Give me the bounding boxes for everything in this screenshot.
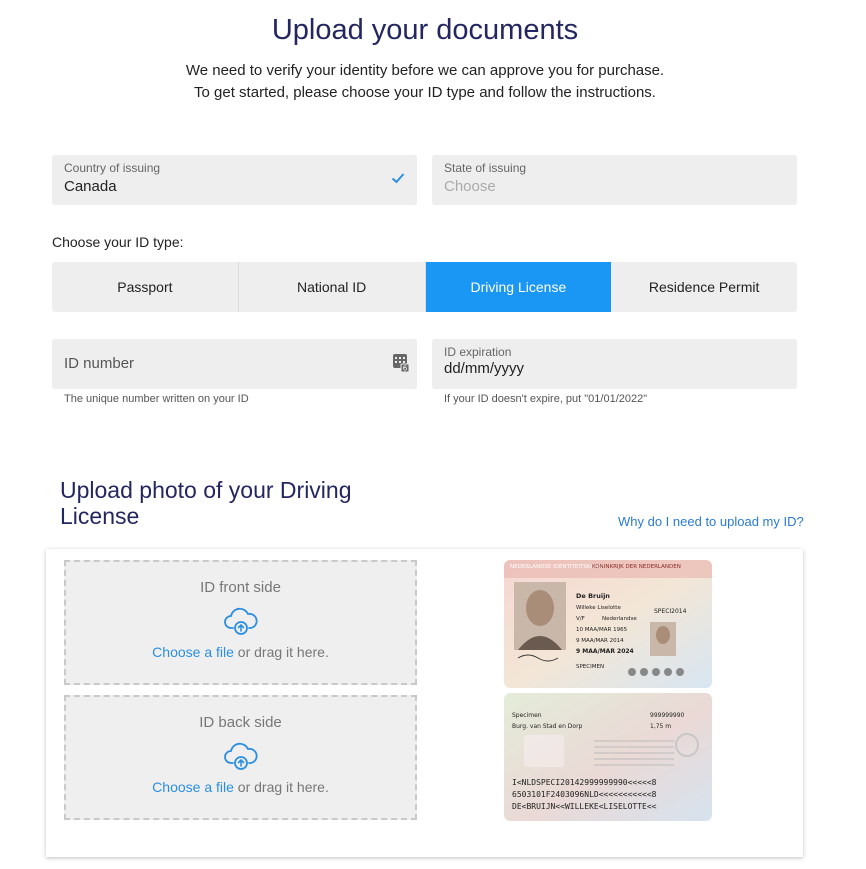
intro-text: We need to verify your identity before w… xyxy=(0,60,850,104)
tab-national-id[interactable]: National ID xyxy=(239,262,426,312)
why-upload-link[interactable]: Why do I need to upload my ID? xyxy=(618,514,804,529)
id-type-label: Choose your ID type: xyxy=(52,234,184,250)
front-surname: De Bruijn xyxy=(576,592,610,600)
front-dropzone[interactable]: ID front side Choose a file or drag it h… xyxy=(64,560,417,685)
cloud-upload-icon xyxy=(223,742,258,770)
tab-passport[interactable]: Passport xyxy=(52,262,239,312)
front-dropzone-text: Choose a file or drag it here. xyxy=(66,644,415,660)
sample-id-back-image: Specimen Burg. van Stad en Dorp 99999999… xyxy=(504,693,712,821)
checkmark-icon xyxy=(391,173,405,184)
mrz-line-3: DE<BRUIJN<<WILLEKE<LISELOTTE<< xyxy=(512,802,657,811)
front-drag-text: or drag it here. xyxy=(233,644,329,660)
state-select[interactable]: State of issuing Choose xyxy=(432,155,797,205)
front-specimen: SPECIMEN xyxy=(576,664,604,670)
keypad-icon: 6 xyxy=(393,354,410,373)
front-birth-date: 10 MAA/MAR 1965 xyxy=(576,627,628,633)
mrz-line-2: 6503101F2403096NLD<<<<<<<<<<<8 xyxy=(512,790,657,799)
front-sex: V/F xyxy=(576,616,585,622)
id-number-placeholder: ID number xyxy=(64,355,135,372)
country-select[interactable]: Country of issuing Canada xyxy=(52,155,417,205)
id-expiration-placeholder: dd/mm/yyyy xyxy=(444,360,525,377)
front-choose-file-link[interactable]: Choose a file xyxy=(152,644,234,660)
tab-residence-permit[interactable]: Residence Permit xyxy=(611,262,797,312)
id-expiration-field[interactable]: ID expiration dd/mm/yyyy xyxy=(432,339,797,389)
intro-line-1: We need to verify your identity before w… xyxy=(185,62,665,79)
back-dropzone-title: ID back side xyxy=(199,714,282,731)
id-expiration-hint: If your ID doesn't expire, put "01/01/20… xyxy=(444,393,648,405)
back-height: 1,75 m xyxy=(650,723,671,730)
country-label: Country of issuing xyxy=(64,161,161,175)
id-number-hint: The unique number written on your ID xyxy=(64,393,249,405)
front-dropzone-title: ID front side xyxy=(200,579,281,596)
id-expiration-label: ID expiration xyxy=(444,345,512,359)
back-dropzone[interactable]: ID back side Choose a file or drag it he… xyxy=(64,695,417,820)
id-type-tabs: Passport National ID Driving License Res… xyxy=(52,262,797,312)
state-label: State of issuing xyxy=(444,161,527,175)
front-expiry-date: 9 MAA/MAR 2024 xyxy=(576,648,634,655)
upload-card: ID front side Choose a file or drag it h… xyxy=(46,549,803,857)
back-choose-file-link[interactable]: Choose a file xyxy=(152,779,234,795)
back-drag-text: or drag it here. xyxy=(233,779,329,795)
front-header-right: KONINKRIJK DER NEDERLANDEN xyxy=(592,564,681,570)
back-surname: Specimen xyxy=(512,712,542,719)
sample-id-front-image: NEDERLANDSE IDENTITEITSKAART KONINKRIJK … xyxy=(504,560,712,688)
cloud-upload-icon xyxy=(223,607,258,635)
back-place: Burg. van Stad en Dorp xyxy=(512,723,583,730)
front-given-names: Willeke Liselotte xyxy=(576,605,621,611)
back-dropzone-text: Choose a file or drag it here. xyxy=(66,779,415,795)
id-number-field[interactable]: ID number 6 xyxy=(52,339,417,389)
intro-line-2: To get started, please choose your ID ty… xyxy=(194,84,656,101)
back-number: 999999990 xyxy=(650,712,685,719)
page-title: Upload your documents xyxy=(271,14,579,46)
mrz-line-1: I<NLDSPECI20142999999990<<<<<8 xyxy=(512,778,657,787)
state-placeholder: Choose xyxy=(444,178,496,195)
upload-title: Upload photo of your Driving License xyxy=(60,477,352,529)
country-value: Canada xyxy=(64,178,117,195)
front-doc-number: SPECI2014 xyxy=(654,608,687,615)
svg-text:6: 6 xyxy=(403,365,408,373)
front-issue-date: 9 MAA/MAR 2014 xyxy=(576,638,624,644)
front-nationality: Nederlandse xyxy=(602,616,637,622)
tab-driving-license[interactable]: Driving License xyxy=(425,262,612,312)
